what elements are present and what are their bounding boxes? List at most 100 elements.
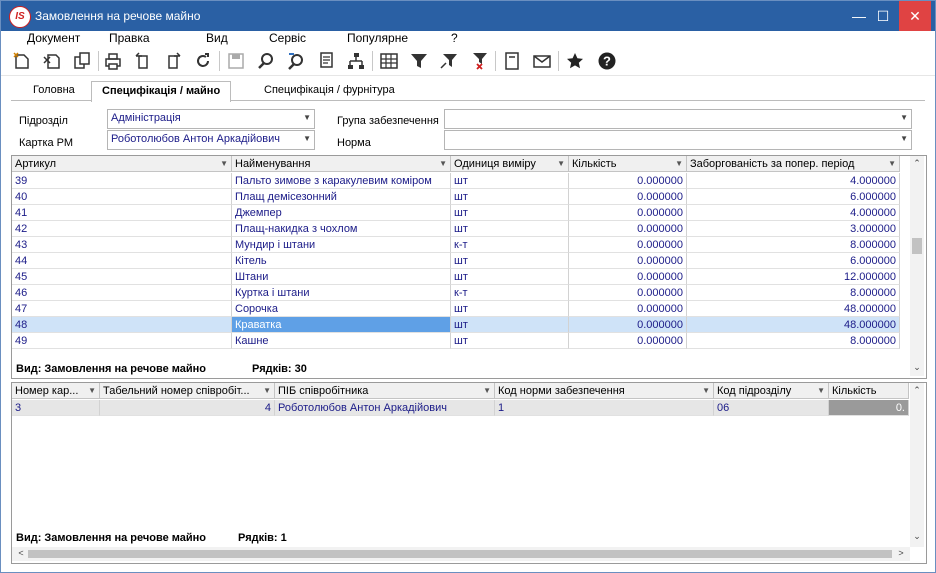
cell-unit[interactable]: шт	[451, 253, 569, 269]
cell-unit[interactable]: шт	[451, 301, 569, 317]
menu-popular[interactable]: Популярне	[347, 31, 408, 45]
cell-name[interactable]: Кітель	[232, 253, 451, 269]
cell-unit[interactable]: к-т	[451, 237, 569, 253]
top-vertical-scrollbar[interactable]: ⌃ ⌄	[910, 156, 924, 376]
chevron-down-icon[interactable]: ▼	[303, 134, 311, 143]
find-icon[interactable]	[255, 50, 277, 72]
copy-icon[interactable]	[71, 50, 93, 72]
cell-article[interactable]: 42	[12, 221, 232, 237]
cell-quantity[interactable]: 0.000000	[569, 269, 687, 285]
cell-name[interactable]: Джемпер	[232, 205, 451, 221]
cell-name[interactable]: Пальто зимове з каракулевим коміром	[232, 173, 451, 189]
norma-combo[interactable]: ▼	[444, 130, 912, 150]
cell-article[interactable]: 40	[12, 189, 232, 205]
cell-unit[interactable]: шт	[451, 221, 569, 237]
cell-article[interactable]: 44	[12, 253, 232, 269]
cell-article[interactable]: 49	[12, 333, 232, 349]
maximize-button[interactable]: ☐	[869, 1, 897, 31]
cell-name[interactable]: Плащ демісезонний	[232, 189, 451, 205]
cell-name[interactable]: Кашне	[232, 333, 451, 349]
menu-document[interactable]: Документ	[27, 31, 80, 45]
cell-quantity[interactable]: 0.000000	[569, 221, 687, 237]
grupa-combo[interactable]: ▼	[444, 109, 912, 129]
cell-employee-name[interactable]: Роботолюбов Антон Аркадійович	[275, 400, 495, 416]
cell-name[interactable]: Плащ-накидка з чохлом	[232, 221, 451, 237]
chevron-down-icon[interactable]: ⌄	[910, 362, 924, 373]
column-header-unit[interactable]: Одиниця виміру ▼	[451, 156, 569, 172]
tab-spec-property[interactable]: Специфікація / майно	[91, 81, 232, 102]
column-header-card-number[interactable]: Номер кар... ▼	[12, 383, 100, 399]
cell-quantity[interactable]: 0.000000	[569, 333, 687, 349]
cell-debt[interactable]: 48.000000	[687, 317, 900, 333]
cell-unit[interactable]: шт	[451, 189, 569, 205]
chevron-up-icon[interactable]: ⌃	[910, 385, 924, 396]
cell-name[interactable]: Куртка і штани	[232, 285, 451, 301]
cell-department-code[interactable]: 06	[714, 400, 829, 416]
cell-name[interactable]: Сорочка	[232, 301, 451, 317]
cell-count[interactable]: 0.	[829, 400, 909, 416]
cell-debt[interactable]: 48.000000	[687, 301, 900, 317]
bottom-horizontal-scrollbar[interactable]: < >	[12, 547, 910, 561]
cell-name[interactable]: Мундир і штани	[232, 237, 451, 253]
bottom-hscroll-thumb[interactable]	[28, 550, 892, 558]
cell-unit[interactable]: шт	[451, 173, 569, 189]
cell-article[interactable]: 45	[12, 269, 232, 285]
close-button[interactable]: ✕	[899, 1, 931, 31]
cell-article[interactable]: 39	[12, 173, 232, 189]
cell-quantity[interactable]: 0.000000	[569, 173, 687, 189]
menu-view[interactable]: Вид	[206, 31, 228, 45]
table-icon[interactable]	[378, 50, 400, 72]
cell-debt[interactable]: 6.000000	[687, 253, 900, 269]
chevron-down-icon[interactable]: ▼	[900, 134, 908, 143]
export-icon[interactable]	[132, 50, 154, 72]
cell-debt[interactable]: 6.000000	[687, 189, 900, 205]
cell-quantity[interactable]: 0.000000	[569, 285, 687, 301]
tab-spec-accessories[interactable]: Специфікація / фурнітура	[254, 81, 405, 100]
cell-debt[interactable]: 3.000000	[687, 221, 900, 237]
cell-article[interactable]: 46	[12, 285, 232, 301]
menu-edit[interactable]: Правка	[109, 31, 150, 45]
refresh-icon[interactable]	[192, 50, 214, 72]
help-icon[interactable]: ?	[596, 50, 618, 72]
delete-icon[interactable]	[41, 50, 63, 72]
cell-article[interactable]: 47	[12, 301, 232, 317]
top-scroll-thumb[interactable]	[912, 238, 922, 254]
create-icon[interactable]	[11, 50, 33, 72]
kartka-combo[interactable]: Роботолюбов Антон Аркадійович ▼	[107, 130, 315, 150]
filter-edit-icon[interactable]	[438, 50, 460, 72]
cell-quantity[interactable]: 0.000000	[569, 301, 687, 317]
cell-debt[interactable]: 12.000000	[687, 269, 900, 285]
column-header-norm-code[interactable]: Код норми забезпечення ▼	[495, 383, 714, 399]
cell-unit[interactable]: шт	[451, 269, 569, 285]
column-header-tab-number[interactable]: Табельний номер співробіт... ▼	[100, 383, 275, 399]
menu-service[interactable]: Сервіс	[269, 31, 306, 45]
podrozdil-combo[interactable]: Адміністрація ▼	[107, 109, 315, 129]
filter-icon[interactable]	[408, 50, 430, 72]
cell-debt[interactable]: 4.000000	[687, 173, 900, 189]
tab-main[interactable]: Головна	[23, 81, 85, 100]
bottom-vertical-scrollbar[interactable]: ⌃ ⌄	[910, 383, 924, 547]
find-next-icon[interactable]	[285, 50, 307, 72]
column-header-name[interactable]: Найменування ▼	[232, 156, 451, 172]
cell-norm-code[interactable]: 1	[495, 400, 714, 416]
cell-debt[interactable]: 8.000000	[687, 285, 900, 301]
column-header-department-code[interactable]: Код підрозділу ▼	[714, 383, 829, 399]
cell-quantity[interactable]: 0.000000	[569, 237, 687, 253]
cell-unit[interactable]: шт	[451, 205, 569, 221]
chevron-down-icon[interactable]: ⌄	[910, 531, 924, 542]
cell-name[interactable]: Краватка	[232, 317, 451, 333]
cell-debt[interactable]: 8.000000	[687, 333, 900, 349]
mail-icon[interactable]	[531, 50, 553, 72]
menu-help[interactable]: ?	[451, 31, 458, 45]
cell-quantity[interactable]: 0.000000	[569, 317, 687, 333]
column-header-article[interactable]: Артикул ▼	[12, 156, 232, 172]
cell-article[interactable]: 48	[12, 317, 232, 333]
cell-name[interactable]: Штани	[232, 269, 451, 285]
cell-card-number[interactable]: 3	[12, 400, 100, 416]
column-header-employee-name[interactable]: ПІБ співробітника ▼	[275, 383, 495, 399]
cell-unit[interactable]: шт	[451, 317, 569, 333]
cell-unit[interactable]: к-т	[451, 285, 569, 301]
save-icon[interactable]	[225, 50, 247, 72]
report-icon[interactable]	[315, 50, 337, 72]
form-icon[interactable]	[501, 50, 523, 72]
